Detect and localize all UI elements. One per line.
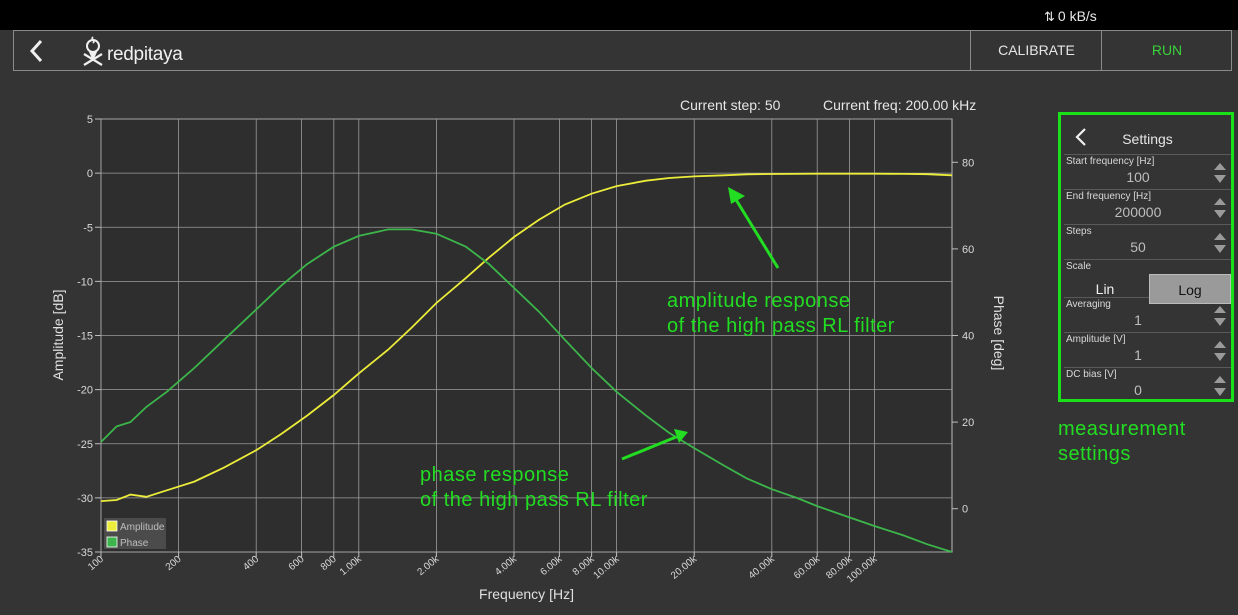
y-tick-label: -30 [77,493,93,505]
y2-tick-label: 20 [962,417,974,429]
x-tick-label: 40.00k [747,553,778,581]
y2-tick-label: 40 [962,331,974,343]
phase-annotation: phase response of the high pass RL filte… [420,463,648,513]
amplitude-annotation-line1: amplitude response [667,290,851,312]
phase-annotation-line2: of the high pass RL filter [420,489,648,511]
network-rate: ⇅ 0 kB/s [1044,8,1097,25]
y-tick-label: -15 [77,331,93,343]
start-frequency-field[interactable]: Start frequency [Hz] 100 [1064,155,1231,190]
x-tick-label: 60.00k [792,553,823,581]
calibrate-button[interactable]: CALIBRATE [970,31,1102,70]
legend-label-amplitude: Amplitude [120,522,165,533]
amplitude-label: Amplitude [V] [1066,334,1126,345]
up-down-arrows-icon: ⇅ [1044,9,1055,24]
x-tick-label: 2.00k [416,553,443,578]
system-status-bar: ⇅ 0 kB/s [0,0,1238,30]
logo-wordmark: redpitaya [107,44,183,65]
x-tick-label: 1.00k [338,553,365,578]
end-frequency-field[interactable]: End frequency [Hz] 200000 [1064,190,1231,225]
dc-bias-value[interactable]: 0 [1064,382,1212,398]
y2-axis-label: Phase [deg] [991,296,1007,371]
x-tick-label: 6.00k [539,553,566,578]
redpitaya-logo: redpitaya [80,35,200,67]
x-axis-label: Frequency [Hz] [479,586,574,602]
settings-annotation-line1: measurement [1058,418,1186,440]
legend-swatch-amplitude [106,520,118,532]
averaging-value[interactable]: 1 [1064,312,1212,328]
end-frequency-value[interactable]: 200000 [1064,204,1212,220]
settings-header: Settings [1064,120,1231,155]
dc-bias-label: DC bias [V] [1066,369,1117,380]
x-tick-label: 10.00k [591,553,622,581]
y-tick-label: -25 [77,439,93,451]
settings-title: Settings [1122,131,1173,147]
y-tick-label: 0 [87,168,93,180]
y-axis-label: Amplitude [dB] [50,289,66,380]
end-frequency-label: End frequency [Hz] [1066,191,1152,202]
x-tick-label: 800 [319,554,339,573]
start-frequency-spinner-icon[interactable] [1213,162,1227,184]
y-tick-label: -35 [77,547,93,559]
dc-bias-spinner-icon[interactable] [1213,375,1227,397]
amplitude-value[interactable]: 1 [1064,347,1212,363]
averaging-label: Averaging [1066,299,1111,310]
amplitude-field[interactable]: Amplitude [V] 1 [1064,333,1231,368]
x-tick-label: 400 [241,554,261,573]
scale-label: Scale [1066,261,1092,272]
run-button[interactable]: RUN [1101,31,1232,70]
y2-tick-label: 0 [962,504,968,516]
settings-panel: Settings Start frequency [Hz] 100 End fr… [1058,112,1234,402]
amplitude-annotation-line2: of the high pass RL filter [667,315,895,337]
dc-bias-field[interactable]: DC bias [V] 0 [1064,368,1231,402]
amplitude-annotation: amplitude response of the high pass RL f… [667,289,895,339]
settings-annotation-line2: settings [1058,443,1131,465]
legend-label-phase: Phase [120,538,149,549]
chevron-left-icon [29,39,43,63]
start-frequency-label: Start frequency [Hz] [1066,156,1155,167]
bode-plot: 50-5-10-15-20-25-30-35100 200 400 600 800 1.0… [50,114,1007,602]
app-toolbar: redpitaya CALIBRATE RUN [13,30,1232,71]
amplitude-spinner-icon[interactable] [1213,340,1227,362]
back-button[interactable] [24,37,50,65]
steps-field[interactable]: Steps 50 [1064,225,1231,260]
x-tick-label: 200 [164,554,184,573]
averaging-field[interactable]: Averaging 1 [1064,298,1231,333]
x-tick-label: 4.00k [493,553,520,578]
end-frequency-spinner-icon[interactable] [1213,197,1227,219]
redpitaya-logo-icon [83,36,103,66]
settings-annotation: measurement settings [1058,417,1186,467]
steps-value[interactable]: 50 [1064,239,1212,255]
x-tick-label: 600 [287,554,307,573]
y2-tick-label: 60 [962,244,974,256]
y-tick-label: -20 [77,385,93,397]
y-tick-label: -5 [83,222,93,234]
averaging-spinner-icon[interactable] [1213,305,1227,327]
steps-spinner-icon[interactable] [1213,232,1227,254]
steps-label: Steps [1066,226,1092,237]
scale-field: Scale Lin Log [1064,260,1231,304]
y-tick-label: 5 [87,114,93,126]
legend-swatch-phase [106,536,118,548]
network-rate-text: 0 kB/s [1057,8,1097,24]
x-tick-label: 20.00k [669,553,700,581]
start-frequency-value[interactable]: 100 [1064,169,1212,185]
y2-tick-label: 80 [962,157,974,169]
phase-annotation-line1: phase response [420,464,570,486]
y-tick-label: -10 [77,276,93,288]
